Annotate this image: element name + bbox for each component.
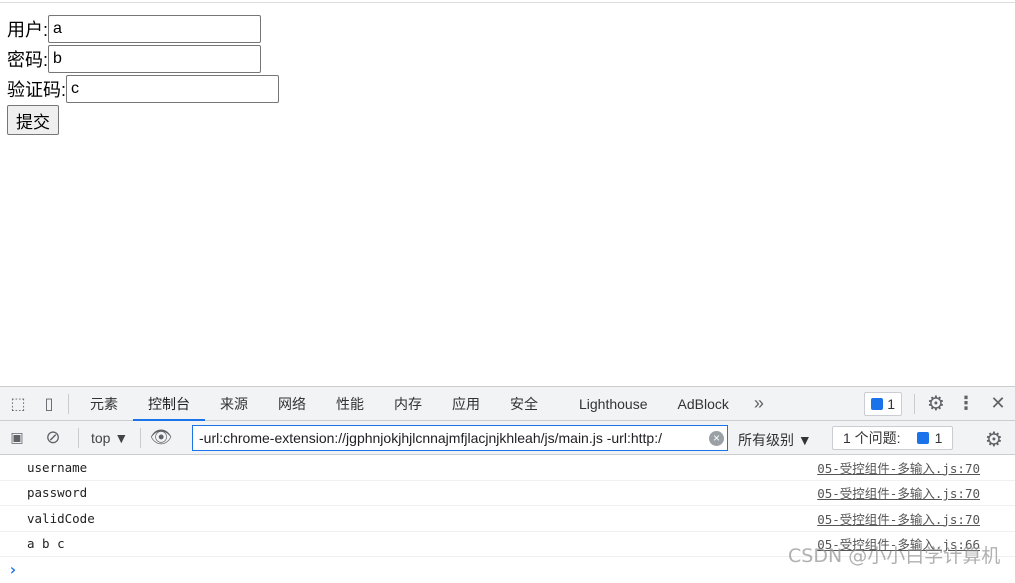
log-message: a b c	[27, 536, 65, 552]
page-top-border	[0, 2, 1015, 3]
clear-filter-icon[interactable]: ×	[709, 431, 724, 446]
tab-application[interactable]: 应用	[437, 387, 495, 421]
eye-icon[interactable]: 👁	[147, 427, 175, 448]
devtools-tabbar: ⬚ ▯ 元素 控制台 来源 网络 性能 内存 应用 安全 Lighthouse …	[0, 387, 1015, 421]
console-toolbar: ▣ ⊘ top ▼ 👁 -url:chrome-extension://jgph…	[0, 421, 1015, 455]
log-message: username	[27, 459, 88, 475]
kebab-menu-icon[interactable]: ⋮	[951, 393, 981, 414]
log-message: password	[27, 485, 88, 501]
log-row: username 05-受控组件-多输入.js:70	[0, 455, 1015, 481]
login-form: 用户: 密码: 验证码: 提交	[7, 14, 280, 136]
issues-count: 1	[934, 430, 943, 446]
divider	[78, 427, 79, 448]
tab-performance[interactable]: 性能	[321, 387, 379, 421]
tab-elements[interactable]: 元素	[75, 387, 133, 421]
log-source-link[interactable]: 05-受控组件-多输入.js:70	[817, 509, 980, 528]
context-selector[interactable]: top ▼	[85, 430, 134, 446]
issues-button[interactable]: 1 个问题: 1	[832, 426, 954, 450]
log-source-link[interactable]: 05-受控组件-多输入.js:70	[817, 458, 980, 477]
tab-lighthouse[interactable]: Lighthouse	[553, 387, 663, 421]
message-icon	[916, 432, 929, 444]
password-label: 密码:	[7, 50, 49, 70]
device-toggle-icon[interactable]: ▯	[36, 394, 62, 414]
submit-button[interactable]: 提交	[7, 105, 59, 135]
divider	[914, 393, 915, 414]
password-input[interactable]	[48, 45, 262, 73]
prompt-chevron-icon: ›	[8, 560, 18, 580]
log-source-link[interactable]: 05-受控组件-多输入.js:70	[817, 483, 980, 502]
tab-memory[interactable]: 内存	[379, 387, 437, 421]
log-row: validCode 05-受控组件-多输入.js:70	[0, 506, 1015, 532]
close-icon[interactable]: ✕	[981, 393, 1015, 414]
tab-console[interactable]: 控制台	[133, 387, 205, 421]
tab-adblock[interactable]: AdBlock	[663, 387, 744, 421]
tab-network[interactable]: 网络	[263, 387, 321, 421]
code-label: 验证码:	[7, 80, 67, 100]
more-tabs-icon[interactable]: »	[744, 393, 774, 414]
sidebar-toggle-icon[interactable]: ▣	[0, 429, 34, 446]
console-settings-icon[interactable]: ⚙	[985, 427, 1003, 452]
issues-badge[interactable]: 1	[864, 391, 902, 416]
username-label: 用户:	[7, 20, 49, 40]
message-icon	[871, 397, 884, 410]
tab-security[interactable]: 安全	[495, 387, 553, 421]
log-message: validCode	[27, 510, 95, 526]
inspect-icon[interactable]: ⬚	[0, 394, 36, 414]
divider	[140, 427, 142, 448]
issues-label: 1 个问题:	[843, 430, 901, 446]
filter-input-value: -url:chrome-extension://jgphnjokjhjlcnna…	[199, 430, 662, 446]
filter-input[interactable]: -url:chrome-extension://jgphnjokjhjlcnna…	[192, 425, 728, 451]
tab-sources[interactable]: 来源	[205, 387, 263, 421]
watermark: CSDN @小小白学计算机	[788, 545, 1001, 567]
divider	[68, 393, 69, 414]
issues-badge-count: 1	[887, 395, 895, 412]
log-row: password 05-受控组件-多输入.js:70	[0, 481, 1015, 506]
username-input[interactable]	[48, 15, 262, 43]
clear-console-icon[interactable]: ⊘	[34, 427, 72, 448]
settings-icon[interactable]: ⚙	[921, 391, 951, 416]
code-input[interactable]	[66, 75, 280, 103]
log-levels-dropdown[interactable]: 所有级别 ▼	[738, 430, 812, 450]
